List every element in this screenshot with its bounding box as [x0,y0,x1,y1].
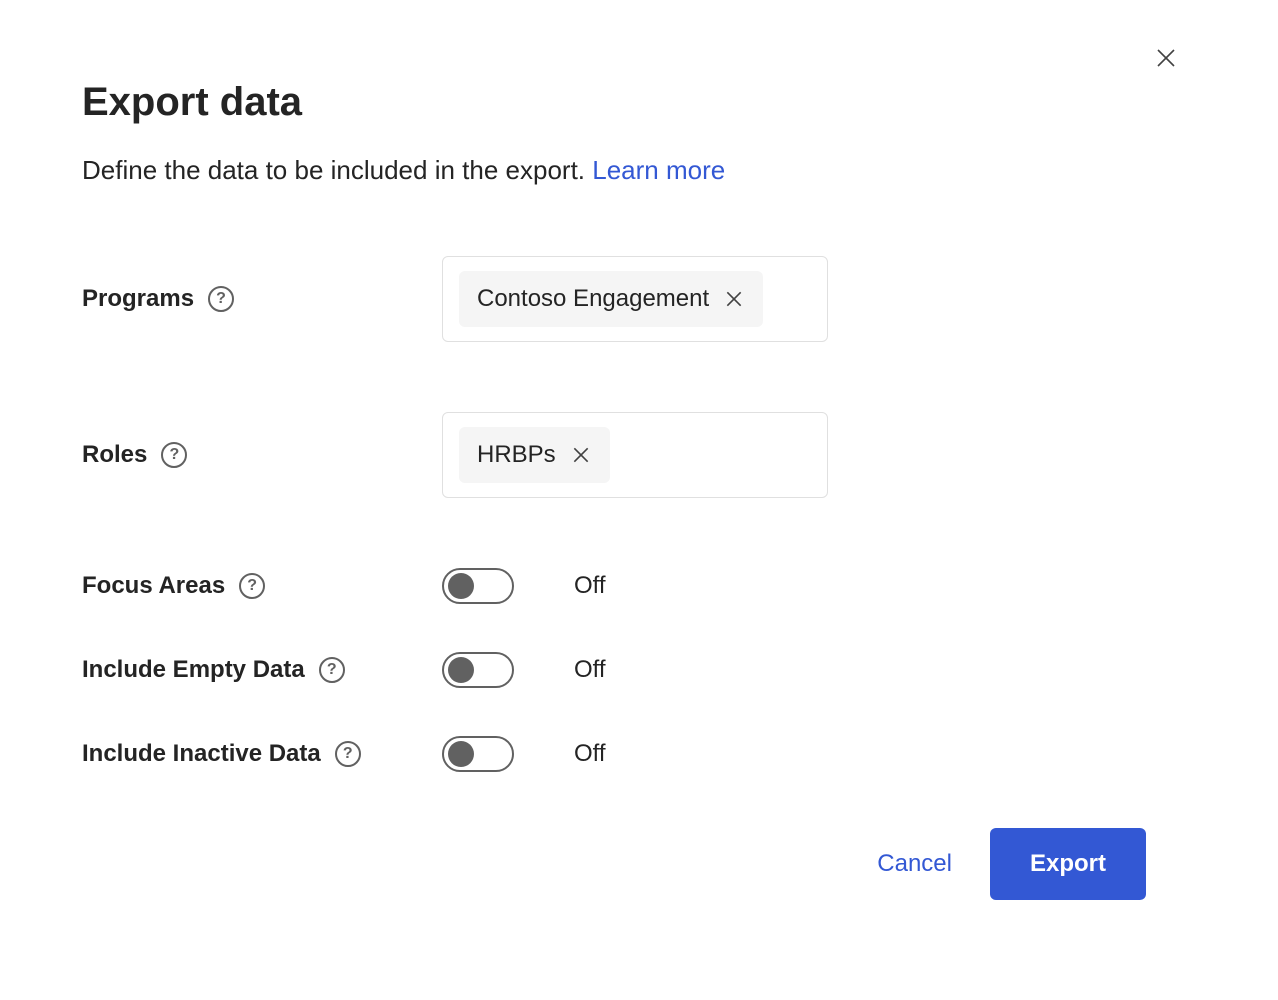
include-empty-state: Off [574,656,606,684]
help-icon[interactable]: ? [335,741,361,767]
include-inactive-state: Off [574,740,606,768]
help-icon[interactable]: ? [208,286,234,312]
toggle-knob [448,741,474,767]
close-button[interactable] [1148,40,1184,76]
export-button[interactable]: Export [990,828,1146,900]
focus-areas-toggle[interactable] [442,568,514,604]
programs-label-cell: Programs ? [82,285,442,313]
cancel-button[interactable]: Cancel [877,850,952,878]
roles-label-cell: Roles ? [82,441,442,469]
learn-more-link[interactable]: Learn more [592,155,725,185]
help-icon[interactable]: ? [319,657,345,683]
include-empty-label: Include Empty Data [82,656,305,684]
toggle-knob [448,573,474,599]
export-data-dialog: Export data Define the data to be includ… [0,0,1278,1000]
include-inactive-toggle[interactable] [442,736,514,772]
programs-row: Programs ? Contoso Engagement [82,256,1196,342]
help-icon[interactable]: ? [239,573,265,599]
remove-role-button[interactable] [570,444,592,466]
dialog-footer: Cancel Export [877,828,1146,900]
programs-chip: Contoso Engagement [459,271,763,327]
roles-label: Roles [82,441,147,469]
include-empty-label-cell: Include Empty Data ? [82,656,442,684]
focus-areas-label-cell: Focus Areas ? [82,572,442,600]
roles-chip: HRBPs [459,427,610,483]
close-icon [724,289,744,309]
programs-label: Programs [82,285,194,313]
programs-chip-label: Contoso Engagement [477,285,709,313]
include-inactive-label: Include Inactive Data [82,740,321,768]
close-icon [571,445,591,465]
toggle-knob [448,657,474,683]
focus-areas-row: Focus Areas ? Off [82,568,1196,604]
focus-areas-state: Off [574,572,606,600]
focus-areas-label: Focus Areas [82,572,225,600]
subtitle-text: Define the data to be included in the ex… [82,155,585,185]
include-empty-row: Include Empty Data ? Off [82,652,1196,688]
programs-input[interactable]: Contoso Engagement [442,256,828,342]
roles-row: Roles ? HRBPs [82,412,1196,498]
include-inactive-row: Include Inactive Data ? Off [82,736,1196,772]
help-icon[interactable]: ? [161,442,187,468]
roles-input[interactable]: HRBPs [442,412,828,498]
include-inactive-label-cell: Include Inactive Data ? [82,740,442,768]
include-empty-toggle[interactable] [442,652,514,688]
remove-program-button[interactable] [723,288,745,310]
roles-chip-label: HRBPs [477,441,556,469]
dialog-title: Export data [82,80,1196,125]
close-icon [1154,46,1178,70]
dialog-subtitle: Define the data to be included in the ex… [82,155,1196,186]
